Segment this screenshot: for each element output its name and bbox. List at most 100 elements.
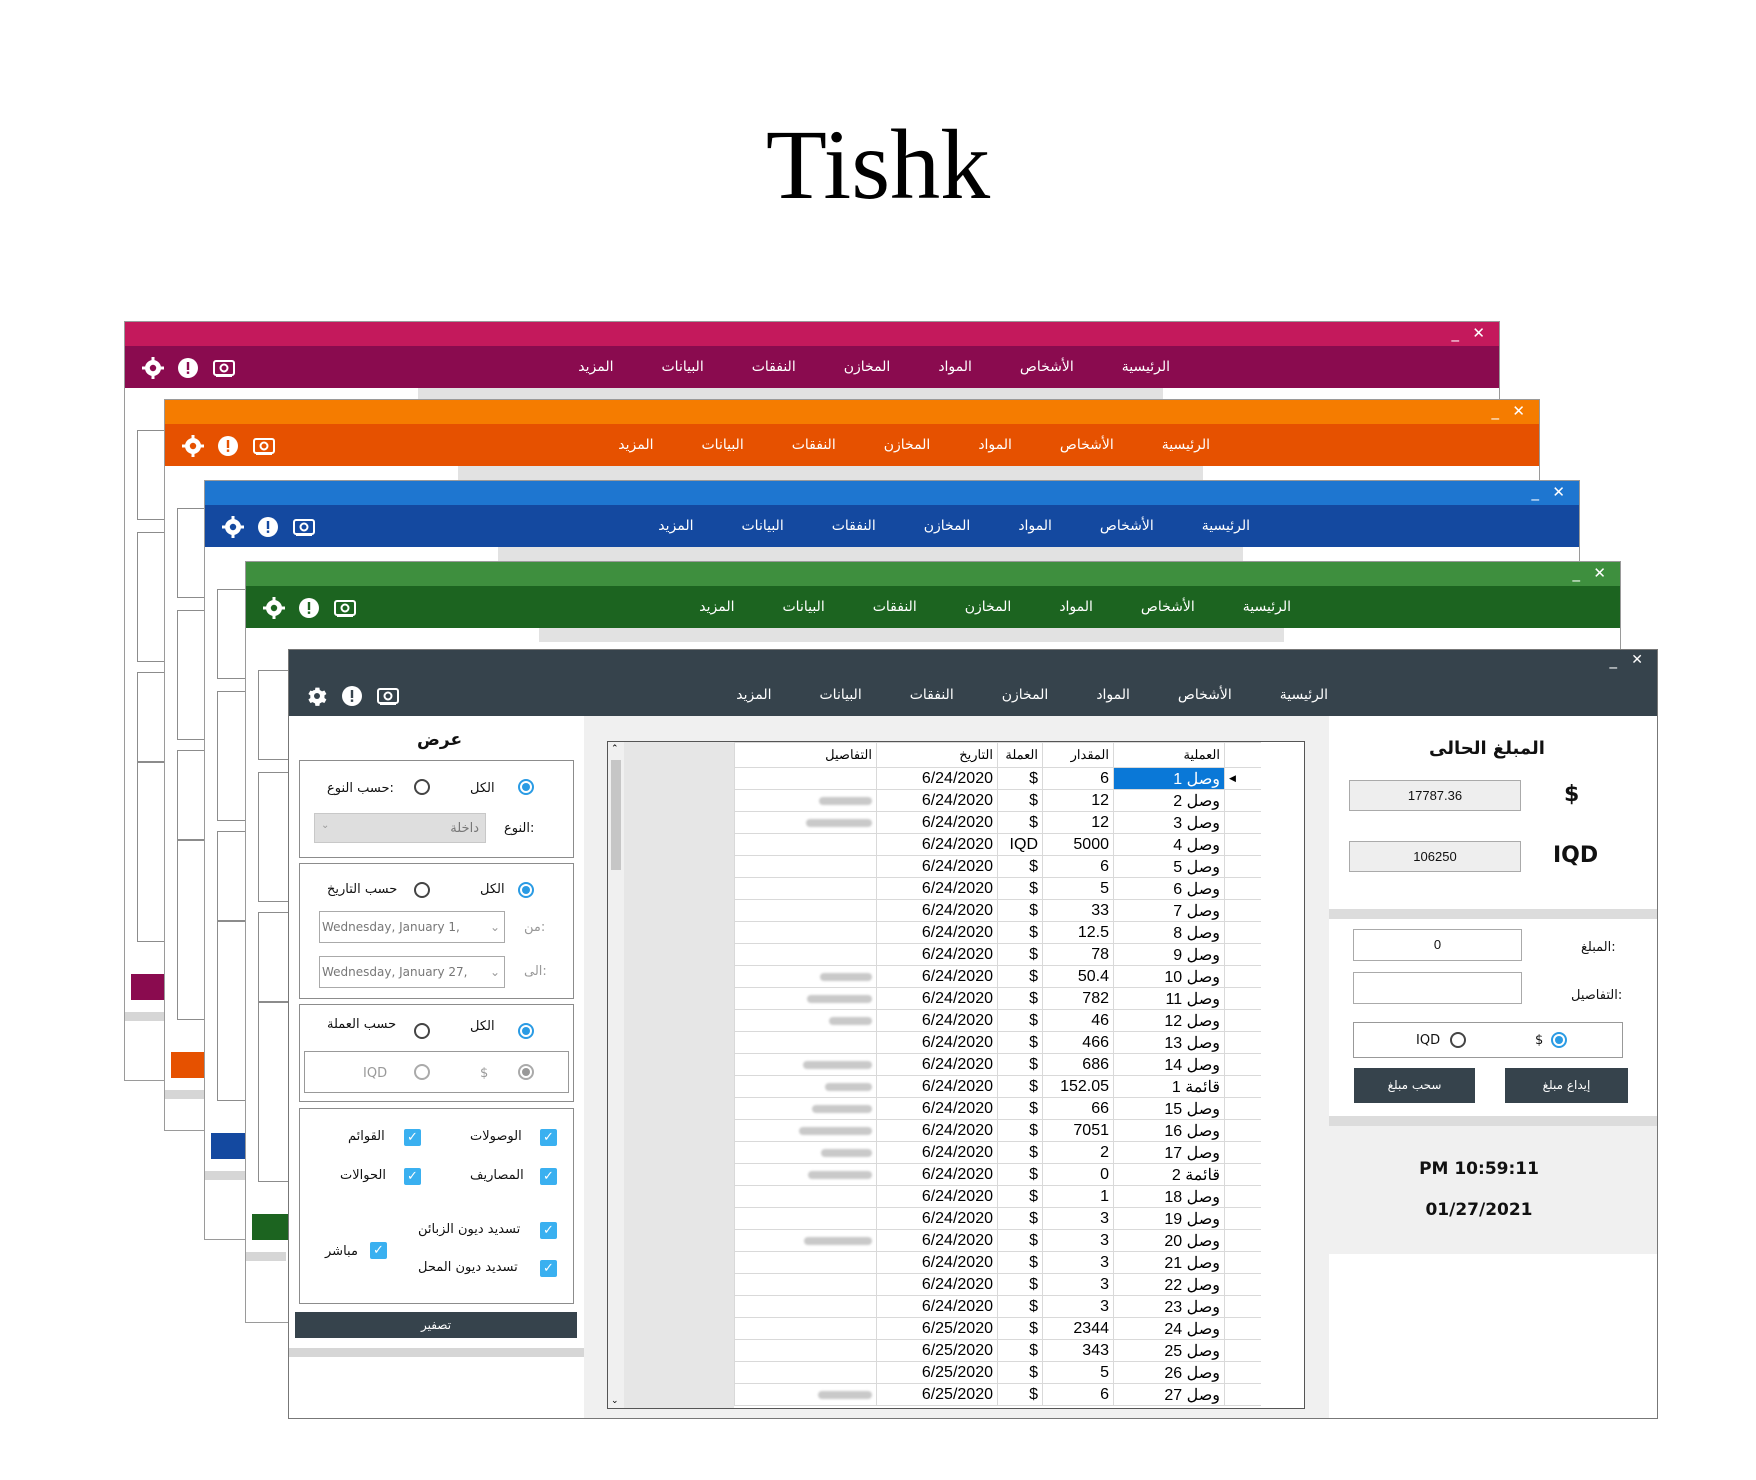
- cash-icon[interactable]: [291, 514, 317, 540]
- cell-date[interactable]: 6/24/2020: [876, 1141, 998, 1164]
- cell-details[interactable]: [734, 1097, 877, 1120]
- menu-item-stores[interactable]: المخازن: [978, 687, 1073, 703]
- receipts-checkbox[interactable]: ✓: [540, 1129, 557, 1146]
- row-header[interactable]: [1224, 1185, 1261, 1208]
- cell-operation[interactable]: وصل 7: [1113, 899, 1225, 922]
- close-button[interactable]: ✕: [1512, 402, 1525, 420]
- row-header[interactable]: [1224, 987, 1261, 1010]
- cell-operation[interactable]: وصل 12: [1113, 1009, 1225, 1032]
- minimize-button[interactable]: _: [1532, 483, 1540, 501]
- amount-input[interactable]: 0: [1353, 929, 1522, 961]
- table-row[interactable]: 6/24/2020 $50.4 وصل 10: [734, 965, 1261, 988]
- scroll-up-icon[interactable]: ⌃: [611, 744, 619, 754]
- cell-operation[interactable]: وصل 8: [1113, 921, 1225, 944]
- cell-operation[interactable]: قائمة 2: [1113, 1163, 1225, 1186]
- menu-item[interactable]: البيانات: [718, 518, 808, 534]
- cash-icon[interactable]: [332, 595, 358, 621]
- menu-item[interactable]: الرئيسية: [1138, 437, 1234, 453]
- reset-button[interactable]: تصفير: [295, 1312, 577, 1338]
- cell-date[interactable]: 6/24/2020: [876, 1273, 998, 1296]
- menu-item-more[interactable]: المزيد: [712, 687, 795, 703]
- cell-amount[interactable]: 5: [1042, 1361, 1114, 1384]
- cell-currency[interactable]: $: [997, 1163, 1043, 1186]
- minimize-button[interactable]: _: [1492, 402, 1500, 420]
- header-date[interactable]: التاريخ: [876, 742, 998, 768]
- menu-item-expenses[interactable]: النفقات: [886, 687, 978, 703]
- row-header[interactable]: [1224, 877, 1261, 900]
- cell-amount[interactable]: 782: [1042, 987, 1114, 1010]
- cell-details[interactable]: [734, 1075, 877, 1098]
- menu-item[interactable]: النفقات: [728, 359, 820, 375]
- direct-checkbox[interactable]: ✓: [370, 1242, 387, 1259]
- cell-operation[interactable]: وصل 16: [1113, 1119, 1225, 1142]
- cell-amount[interactable]: 12.5: [1042, 921, 1114, 944]
- cell-amount[interactable]: 5: [1042, 877, 1114, 900]
- menu-item[interactable]: الأشخاص: [1036, 437, 1138, 453]
- cell-date[interactable]: 6/24/2020: [876, 1207, 998, 1230]
- menu-item-data[interactable]: البيانات: [796, 687, 886, 703]
- row-header[interactable]: [1224, 1031, 1261, 1054]
- cell-date[interactable]: 6/25/2020: [876, 1361, 998, 1384]
- alert-icon[interactable]: [339, 683, 365, 709]
- table-row[interactable]: 6/24/2020 $686 وصل 14: [734, 1053, 1261, 1076]
- scroll-down-icon[interactable]: ⌄: [611, 1396, 619, 1406]
- table-row[interactable]: 6/24/2020 $3 وصل 22: [734, 1273, 1261, 1296]
- table-row[interactable]: 6/25/2020 $5 وصل 26: [734, 1361, 1261, 1384]
- table-row[interactable]: 6/24/2020 $3 وصل 21: [734, 1251, 1261, 1274]
- menu-item[interactable]: البيانات: [759, 599, 849, 615]
- cell-operation[interactable]: وصل 21: [1113, 1251, 1225, 1274]
- cell-currency[interactable]: $: [997, 1295, 1043, 1318]
- table-row[interactable]: 6/24/2020 $3 وصل 19: [734, 1207, 1261, 1230]
- row-header[interactable]: [1224, 1207, 1261, 1230]
- cell-details[interactable]: [734, 1009, 877, 1032]
- cell-date[interactable]: 6/24/2020: [876, 767, 998, 790]
- cell-date[interactable]: 6/24/2020: [876, 921, 998, 944]
- cell-amount[interactable]: 5000: [1042, 833, 1114, 856]
- cell-currency[interactable]: $: [997, 767, 1043, 790]
- cell-details[interactable]: [734, 1207, 877, 1230]
- cell-date[interactable]: 6/24/2020: [876, 1009, 998, 1032]
- shop-debts-checkbox[interactable]: ✓: [540, 1260, 557, 1277]
- cell-currency[interactable]: $: [997, 1097, 1043, 1120]
- date-to-picker[interactable]: Wednesday, January 27, ⌄: [319, 956, 505, 988]
- row-header[interactable]: ◀: [1224, 767, 1261, 790]
- cell-amount[interactable]: 3: [1042, 1273, 1114, 1296]
- cell-operation[interactable]: وصل 25: [1113, 1339, 1225, 1362]
- cell-date[interactable]: 6/24/2020: [876, 899, 998, 922]
- operations-grid[interactable]: ⌃ ⌄ التفاصيل التاريخ العملة المقدار العم…: [607, 741, 1305, 1409]
- cell-operation[interactable]: وصل 2: [1113, 789, 1225, 812]
- cell-amount[interactable]: 12: [1042, 811, 1114, 834]
- cell-amount[interactable]: 6: [1042, 855, 1114, 878]
- cell-currency[interactable]: $: [997, 1009, 1043, 1032]
- cell-details[interactable]: [734, 1141, 877, 1164]
- cell-amount[interactable]: 3: [1042, 1295, 1114, 1318]
- usd-filter-radio[interactable]: [518, 1064, 534, 1080]
- menu-item[interactable]: المخازن: [900, 518, 995, 534]
- cell-amount[interactable]: 66: [1042, 1097, 1114, 1120]
- cell-date[interactable]: 6/24/2020: [876, 1031, 998, 1054]
- cell-currency[interactable]: $: [997, 1317, 1043, 1340]
- minimize-button[interactable]: _: [1573, 564, 1581, 582]
- menu-item[interactable]: المخازن: [860, 437, 955, 453]
- minimize-button[interactable]: _: [1452, 324, 1460, 342]
- header-details[interactable]: التفاصيل: [734, 742, 877, 768]
- cell-currency[interactable]: $: [997, 921, 1043, 944]
- type-all-radio[interactable]: [518, 779, 534, 795]
- cell-operation[interactable]: وصل 14: [1113, 1053, 1225, 1076]
- cell-date[interactable]: 6/24/2020: [876, 1295, 998, 1318]
- cell-currency[interactable]: $: [997, 1075, 1043, 1098]
- close-button[interactable]: ✕: [1593, 564, 1606, 582]
- cell-amount[interactable]: 343: [1042, 1339, 1114, 1362]
- cell-amount[interactable]: 6: [1042, 767, 1114, 790]
- cell-details[interactable]: [734, 833, 877, 856]
- table-row[interactable]: 6/24/2020 $466 وصل 13: [734, 1031, 1261, 1054]
- row-header[interactable]: [1224, 1163, 1261, 1186]
- menu-item[interactable]: المواد: [1035, 599, 1117, 615]
- cell-operation[interactable]: وصل 15: [1113, 1097, 1225, 1120]
- details-input[interactable]: [1353, 972, 1522, 1004]
- menu-item[interactable]: الأشخاص: [1076, 518, 1178, 534]
- cell-currency[interactable]: $: [997, 877, 1043, 900]
- cell-currency[interactable]: $: [997, 1119, 1043, 1142]
- cell-amount[interactable]: 33: [1042, 899, 1114, 922]
- cell-amount[interactable]: 152.05: [1042, 1075, 1114, 1098]
